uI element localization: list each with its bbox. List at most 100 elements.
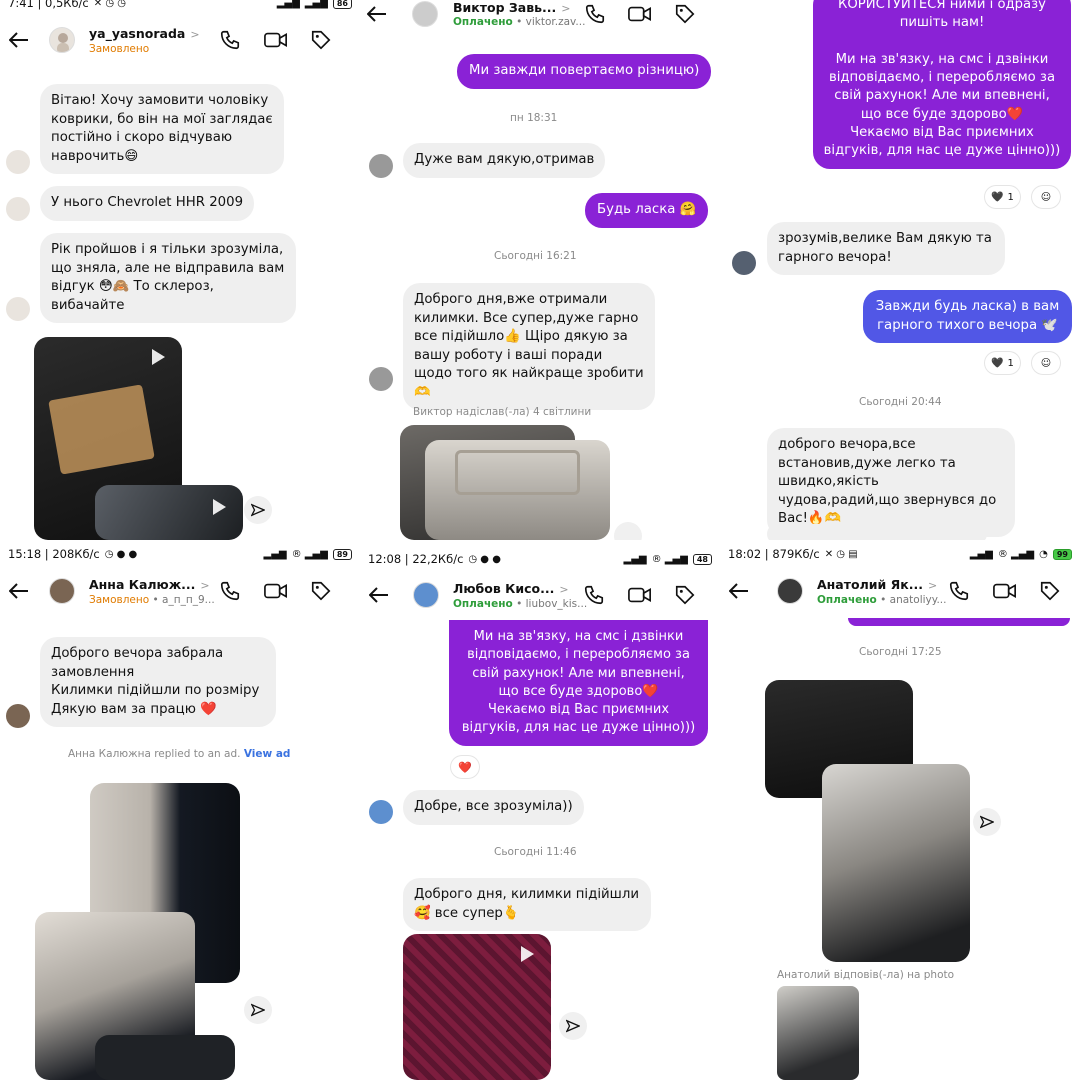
- message-incoming[interactable]: зрозумів,велике Вам дякую та гарного веч…: [767, 222, 1005, 275]
- sender-avatar: [6, 704, 30, 728]
- contact-status: Оплачено • viktor.zav...: [453, 16, 586, 28]
- message-outgoing[interactable]: Ми завжди повертаємо різницю): [457, 54, 712, 89]
- message-incoming[interactable]: Добре, все зрозуміла)): [403, 790, 584, 825]
- system-message: Анна Калюжна replied to an ad. View ad: [68, 748, 291, 760]
- message-incoming[interactable]: У нього Chevrolet HHR 2009: [40, 186, 255, 221]
- timestamp: пн 18:31: [510, 112, 558, 124]
- back-arrow-icon[interactable]: [6, 27, 32, 53]
- tag-icon[interactable]: [1037, 578, 1063, 604]
- message-incoming-partial[interactable]: [767, 524, 987, 540]
- message-incoming[interactable]: Вітаю! Хочу замовити чоловіку коврики, б…: [40, 84, 284, 174]
- trunk-frame: [455, 450, 580, 495]
- status-time: 7:41 | 0,5Кб/с: [8, 0, 89, 10]
- message-outgoing-partial[interactable]: [848, 618, 1070, 626]
- message-outgoing[interactable]: КОРИСТУЙТЕСЯ ними і одразу пишіть нам! М…: [813, 0, 1071, 169]
- signal-icon: ▂▄▆: [276, 0, 300, 9]
- contact-name[interactable]: Анатолий Як... >: [817, 577, 937, 592]
- share-icon[interactable]: [244, 496, 272, 524]
- photo-attachment[interactable]: [777, 986, 859, 1080]
- sender-avatar: [6, 297, 30, 321]
- sender-avatar: [369, 800, 393, 824]
- message-incoming[interactable]: Доброго дня, килимки підійшли 🥰 все супе…: [403, 878, 651, 931]
- tag-icon[interactable]: [672, 1, 698, 27]
- timestamp: Сьогодні 20:44: [859, 396, 942, 408]
- status-bar: 7:41 | 0,5Кб/с ✕ ◷ ◷ ▂▄▆ ▂▄▆ 86: [0, 0, 360, 14]
- video-call-icon[interactable]: [992, 578, 1018, 604]
- tag-icon[interactable]: [672, 582, 698, 608]
- video-call-icon[interactable]: [627, 582, 653, 608]
- chat-header: ya_yasnorada > Замовлено: [0, 20, 360, 60]
- contact-name[interactable]: Любов Кисо... >: [453, 581, 569, 596]
- message-incoming[interactable]: доброго вечора,все встановив,дуже легко …: [767, 428, 1015, 537]
- reaction-heart[interactable]: 🖤 1: [985, 186, 1020, 208]
- avatar[interactable]: [413, 582, 439, 608]
- share-icon[interactable]: [973, 808, 1001, 836]
- video-call-icon[interactable]: [627, 1, 653, 27]
- photo-attachment[interactable]: [425, 440, 610, 540]
- contact-status: Замовлено • а_п_п_9...: [89, 594, 215, 606]
- chat-panel-yasnorada: 7:41 | 0,5Кб/с ✕ ◷ ◷ ▂▄▆ ▂▄▆ 86 ya_yasno…: [0, 0, 360, 540]
- photo-attachment[interactable]: [95, 1035, 235, 1080]
- photo-attachment[interactable]: [95, 485, 243, 540]
- system-message: Виктор надіслав(-ла) 4 світлини: [413, 406, 592, 418]
- video-call-icon[interactable]: [263, 27, 289, 53]
- phone-icon[interactable]: [217, 27, 243, 53]
- reaction-heart[interactable]: 🖤 1: [985, 352, 1020, 374]
- tag-icon[interactable]: [308, 578, 334, 604]
- share-icon[interactable]: [244, 996, 272, 1024]
- phone-icon[interactable]: [217, 578, 243, 604]
- message-outgoing[interactable]: Завжди будь ласка) в вам гарного тихого …: [863, 290, 1072, 343]
- signal-icon-2: ® ▂▄▆: [651, 553, 688, 565]
- avatar[interactable]: [49, 27, 75, 53]
- phone-icon[interactable]: [946, 578, 972, 604]
- back-arrow-icon[interactable]: [726, 578, 752, 604]
- share-icon[interactable]: [559, 1012, 587, 1040]
- phone-icon[interactable]: [582, 1, 608, 27]
- play-icon[interactable]: [213, 499, 226, 515]
- signal-icon: ▂▄▆: [263, 548, 287, 560]
- contact-name[interactable]: ya_yasnorada >: [89, 26, 200, 41]
- message-outgoing[interactable]: Ми на зв'язку, на смс і дзвінки відповід…: [449, 620, 708, 746]
- add-reaction-button[interactable]: ☺: [1032, 186, 1060, 208]
- message-incoming[interactable]: Доброго вечора забрала замовлення Килимк…: [40, 637, 276, 727]
- signal-icon: ▂▄▆: [623, 553, 647, 565]
- play-icon[interactable]: [521, 946, 534, 962]
- back-arrow-icon[interactable]: [366, 582, 392, 608]
- contact-name[interactable]: Анна Калюж... >: [89, 577, 210, 592]
- chat-header: Виктор Завь... > Оплачено • viktor.zav...: [360, 0, 720, 34]
- play-icon[interactable]: [152, 349, 165, 365]
- message-outgoing[interactable]: Будь ласка 🤗: [585, 193, 709, 228]
- sender-avatar: [6, 150, 30, 174]
- status-time: 12:08 | 22,2Кб/с: [368, 552, 464, 566]
- heart-icon: 🖤: [991, 191, 1004, 203]
- status-icons: ✕ ◷ ◷: [93, 0, 126, 9]
- battery-icon: 86: [332, 0, 352, 9]
- sender-avatar: [6, 197, 30, 221]
- reaction-heart[interactable]: ❤️: [451, 756, 479, 778]
- status-bar: 18:02 | 879Кб/с ✕ ◷ ▤ ▂▄▆ ® ▂▄▆ ◔ 99: [720, 543, 1080, 565]
- chat-header: Анна Калюж... > Замовлено • а_п_п_9...: [0, 571, 360, 611]
- back-arrow-icon[interactable]: [6, 578, 32, 604]
- add-reaction-button[interactable]: ☺: [1032, 352, 1060, 374]
- back-arrow-icon[interactable]: [364, 1, 390, 27]
- video-call-icon[interactable]: [263, 578, 289, 604]
- phone-icon[interactable]: [581, 582, 607, 608]
- contact-name[interactable]: Виктор Завь... >: [453, 0, 571, 15]
- chat-panel-continued: КОРИСТУЙТЕСЯ ними і одразу пишіть нам! М…: [720, 0, 1080, 540]
- battery-icon: 48: [692, 553, 712, 565]
- share-icon[interactable]: [614, 522, 642, 540]
- status-right: ▂▄▆ ▂▄▆ 86: [277, 0, 352, 9]
- avatar[interactable]: [49, 578, 75, 604]
- message-incoming[interactable]: Дуже вам дякую,отримав: [403, 143, 606, 178]
- avatar[interactable]: [777, 578, 803, 604]
- view-ad-link[interactable]: View ad: [244, 748, 291, 760]
- message-incoming[interactable]: Доброго дня,вже отримали килимки. Все су…: [403, 283, 655, 410]
- tag-icon[interactable]: [308, 27, 334, 53]
- photo-attachment[interactable]: [403, 934, 551, 1080]
- avatar[interactable]: [412, 1, 438, 27]
- chat-header: Анатолий Як... > Оплачено • anatoliyy...: [720, 571, 1080, 611]
- message-incoming[interactable]: Рік пройшов і я тільки зрозуміла, що зня…: [40, 233, 296, 323]
- photo-attachment[interactable]: [822, 764, 970, 962]
- timestamp: Сьогодні 11:46: [494, 846, 577, 858]
- signal-icon: ▂▄▆: [969, 548, 993, 560]
